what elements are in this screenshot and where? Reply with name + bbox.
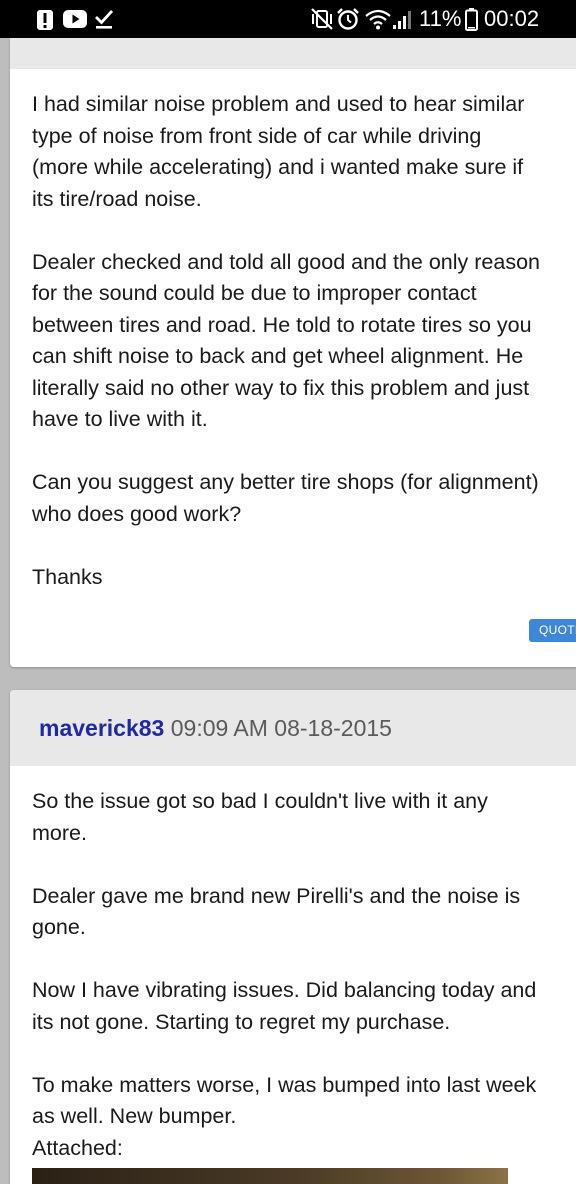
vibrate-mute-icon <box>311 8 333 30</box>
text-line: have to live with it. <box>32 407 208 431</box>
text-line: So the issue got so bad I couldn't live … <box>32 789 488 813</box>
signal-icon <box>393 11 411 29</box>
post-header <box>10 38 576 69</box>
text-line: I had similar noise problem and used to … <box>32 92 525 116</box>
paragraph: Dealer checked and told all good and the… <box>32 247 576 436</box>
post-meta: maverick83 09:09 AM 08-18-2015 <box>39 714 392 742</box>
clock: 00:02 <box>484 6 540 31</box>
wifi-icon <box>365 9 391 30</box>
battery-percent: 11% <box>419 6 462 31</box>
paragraph: So the issue got so bad I couldn't live … <box>32 786 576 849</box>
paragraph: Can you suggest any better tire shops (f… <box>32 467 576 530</box>
post-body: So the issue got so bad I couldn't live … <box>32 786 576 1164</box>
paragraph: Dealer gave me brand new Pirelli's and t… <box>32 881 576 944</box>
paragraph: To make matters worse, I was bumped into… <box>32 1070 576 1165</box>
download-done-icon <box>95 10 113 29</box>
text-line: gone. <box>32 915 86 939</box>
text-line: Attached: <box>32 1135 123 1160</box>
battery-icon <box>465 8 478 31</box>
text-line: who does good work? <box>32 501 242 526</box>
text-line: as well. New bumper. <box>32 1104 237 1128</box>
post-card: I had similar noise problem and used to … <box>10 38 576 667</box>
text-line: Thanks <box>32 564 103 589</box>
text-line: Can you suggest any better tire shops (f… <box>32 470 539 494</box>
alarm-icon <box>337 8 359 30</box>
text-line: can shift noise to back and get wheel al… <box>32 344 524 368</box>
text-line: its not gone. Starting to regret my purc… <box>32 1009 451 1034</box>
status-bar: 11% 00:02 <box>0 0 576 38</box>
text-line: Now I have vibrating issues. Did balanci… <box>32 978 537 1002</box>
text-line: for the sound could be due to improper c… <box>32 281 477 305</box>
paragraph: Thanks <box>32 562 576 594</box>
text-line: To make matters worse, I was bumped into… <box>32 1072 537 1097</box>
paragraph: Now I have vibrating issues. Did balanci… <box>32 975 576 1038</box>
paragraph: I had similar noise problem and used to … <box>32 89 576 215</box>
alert-icon <box>37 10 53 30</box>
post-timestamp: 09:09 AM 08-18-2015 <box>170 715 392 741</box>
text-line: its tire/road noise. <box>32 186 202 211</box>
text-line: Dealer gave me brand new Pirelli's and t… <box>32 883 521 908</box>
quote-button[interactable]: QUOTE <box>529 619 576 642</box>
post-body: I had similar noise problem and used to … <box>32 89 576 593</box>
text-line: literally said no other way to fix this … <box>32 375 530 400</box>
text-line: type of noise from front side of car whi… <box>32 123 482 148</box>
text-line: (more while accelerating) and i wanted m… <box>32 155 524 179</box>
text-line: Dealer checked and told all good and the… <box>32 249 540 274</box>
text-line: more. <box>32 820 87 845</box>
post-header: maverick83 09:09 AM 08-18-2015 <box>10 690 576 766</box>
author-link[interactable]: maverick83 <box>39 715 164 741</box>
post-card: maverick83 09:09 AM 08-18-2015 So the is… <box>10 690 576 1184</box>
attachment-image[interactable] <box>32 1168 508 1184</box>
text-line: between tires and road. He told to rotat… <box>32 312 532 337</box>
youtube-icon <box>63 10 87 28</box>
